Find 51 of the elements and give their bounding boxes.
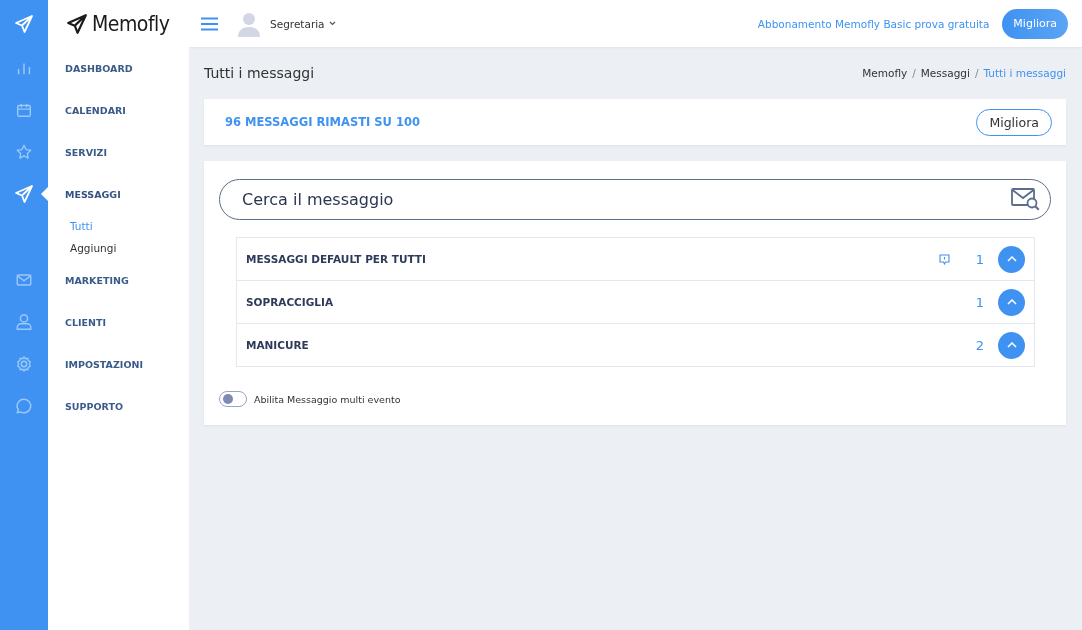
page-title: Tutti i messaggi <box>204 65 315 81</box>
breadcrumb-link[interactable]: Memofly <box>862 67 908 79</box>
star-icon[interactable] <box>15 143 33 161</box>
sidebar-item[interactable]: DASHBOARD <box>65 62 133 74</box>
breadcrumb-link[interactable]: Messaggi <box>920 67 970 79</box>
sidebar-item[interactable]: MARKETING <box>65 274 129 286</box>
message-count: 1 <box>974 251 986 267</box>
upgrade-button[interactable]: Migliora <box>976 108 1052 136</box>
chat-bubble-icon[interactable] <box>15 397 33 415</box>
message-count: 2 <box>974 337 986 353</box>
toggle-switch[interactable] <box>219 391 247 407</box>
mail-icon[interactable] <box>15 271 33 289</box>
message-count: 1 <box>974 294 986 310</box>
group-name: SOPRACCIGLIA <box>246 296 334 308</box>
calendar-icon[interactable] <box>15 101 33 119</box>
quota-text: 96 MESSAGGI RIMASTI SU 100 <box>225 115 420 129</box>
paper-plane-logo-icon <box>66 12 88 35</box>
sidebar-item[interactable]: SERVIZI <box>65 146 107 158</box>
menu-icon[interactable] <box>201 16 218 31</box>
group-name: MANICURE <box>246 339 309 351</box>
caret-icon <box>328 21 336 26</box>
sidebar-item[interactable]: MESSAGGI <box>65 188 121 200</box>
sidebar-item[interactable]: SUPPORTO <box>65 400 123 412</box>
message-group-row[interactable]: SOPRACCIGLIA 1 <box>237 280 1034 323</box>
sidebar-item[interactable]: CALENDARI <box>65 104 126 116</box>
message-group-row[interactable]: MANICURE 2 <box>237 323 1034 366</box>
user-menu[interactable]: Segretaria <box>270 17 336 30</box>
sidebar-item[interactable]: CLIENTI <box>65 316 106 328</box>
collapse-button[interactable] <box>998 245 1025 273</box>
breadcrumb-separator: / <box>974 67 979 79</box>
breadcrumb-current: Tutti i messaggi <box>983 67 1066 79</box>
chevron-up-icon <box>1006 342 1017 348</box>
collapse-button[interactable] <box>998 331 1025 359</box>
avatar-icon <box>236 10 262 37</box>
gear-icon[interactable] <box>15 355 33 373</box>
chevron-up-icon <box>1006 299 1017 305</box>
group-name: MESSAGGI DEFAULT PER TUTTI <box>246 253 426 265</box>
active-indicator <box>41 187 48 201</box>
sidebar-item[interactable]: IMPOSTAZIONI <box>65 358 143 370</box>
message-group-row[interactable]: MESSAGGI DEFAULT PER TUTTI 1 <box>237 238 1034 280</box>
breadcrumb-separator: / <box>912 67 916 79</box>
search-field[interactable]: Cerca il messaggio <box>219 179 1051 220</box>
collapse-button[interactable] <box>998 288 1025 316</box>
brand-logo: Memofly <box>92 11 170 36</box>
sidebar-subitem[interactable]: Aggiungi <box>70 242 117 254</box>
paper-plane-icon[interactable] <box>14 13 34 34</box>
toggle-label: Abilita Messaggio multi evento <box>254 393 401 405</box>
user-icon[interactable] <box>15 313 33 331</box>
mail-search-icon[interactable] <box>1011 187 1041 211</box>
chevron-up-icon <box>1006 256 1017 262</box>
paper-plane-icon[interactable] <box>14 184 34 204</box>
